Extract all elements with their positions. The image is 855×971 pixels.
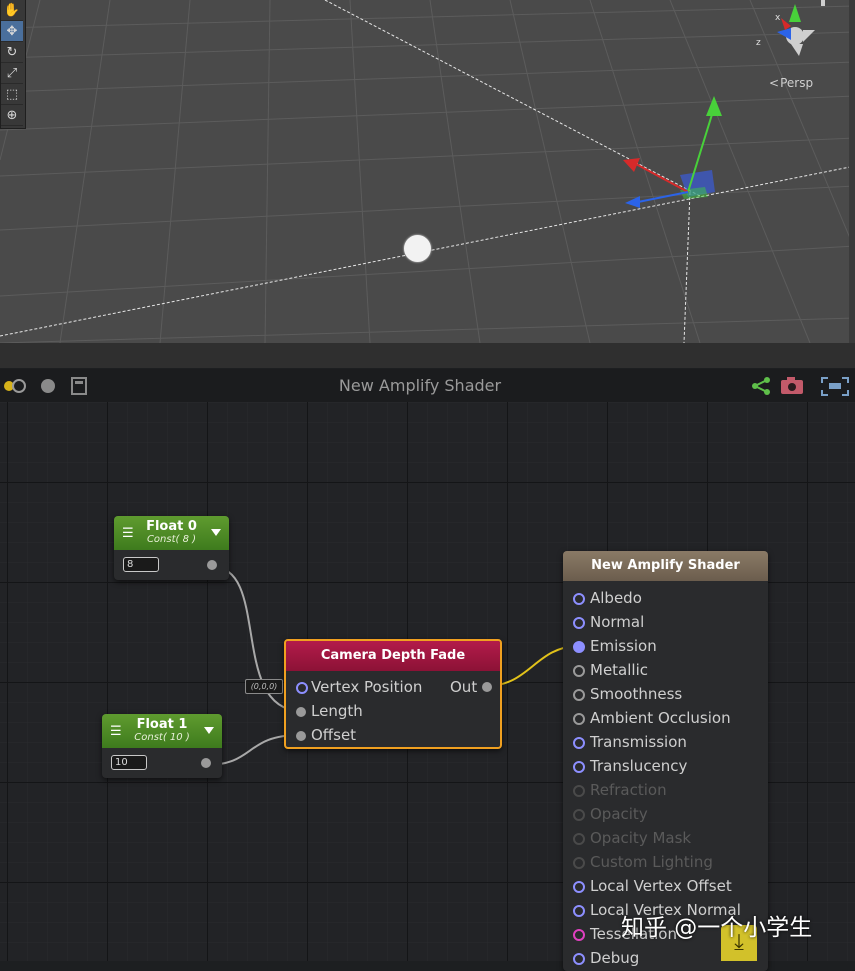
master-port-label: Custom Lighting (590, 853, 713, 871)
move-icon[interactable]: ✥ (1, 21, 23, 42)
offset-port[interactable] (296, 731, 306, 741)
float1-out-port[interactable] (201, 758, 211, 768)
master-port-row[interactable]: Smoothness (573, 683, 763, 707)
port-icon[interactable] (573, 617, 585, 629)
master-port-row[interactable]: Normal (573, 611, 763, 635)
length-label: Length (311, 702, 363, 720)
port-icon[interactable] (573, 881, 585, 893)
live-icon[interactable] (0, 376, 28, 400)
calculator-icon[interactable] (70, 376, 88, 400)
port-icon[interactable] (573, 713, 585, 725)
vertex-position-default-tag: (0,0,0) (245, 679, 283, 694)
port-icon[interactable] (573, 737, 585, 749)
master-port-label: Debug (590, 949, 640, 967)
port-icon[interactable] (573, 857, 585, 869)
record-icon[interactable] (38, 376, 58, 400)
maximize-icon[interactable] (820, 376, 850, 400)
watermark: 知乎 @一个小学生 (621, 915, 813, 941)
float1-value-field[interactable]: 10 (111, 755, 147, 770)
master-port-row[interactable]: Opacity (573, 803, 763, 827)
master-port-row[interactable]: Albedo (573, 587, 763, 611)
master-port-label: Emission (590, 637, 657, 655)
vertex-position-label: Vertex Position (311, 678, 423, 696)
master-title: New Amplify Shader (563, 551, 768, 581)
scene-tools: ✋ ✥ ↻ ⤢ ⬚ ⊕ (0, 0, 26, 129)
master-port-row[interactable]: Transmission (573, 731, 763, 755)
transform-gizmo[interactable] (623, 96, 722, 208)
master-port-row[interactable]: Opacity Mask (573, 827, 763, 851)
master-port-label: Opacity (590, 805, 648, 823)
port-icon[interactable] (573, 809, 585, 821)
port-icon[interactable] (573, 905, 585, 917)
scene-grid (0, 0, 855, 343)
master-port-label: Transmission (590, 733, 687, 751)
master-port-row[interactable]: Refraction (573, 779, 763, 803)
port-icon[interactable] (573, 785, 585, 797)
offset-label: Offset (311, 726, 357, 744)
master-port-label: Normal (590, 613, 645, 631)
hand-icon[interactable]: ✋ (1, 0, 23, 21)
master-port-label: Metallic (590, 661, 648, 679)
port-icon[interactable] (573, 641, 585, 653)
port-icon[interactable] (573, 689, 585, 701)
master-port-label: Opacity Mask (590, 829, 692, 847)
vertex-position-port[interactable] (296, 682, 308, 694)
share-icon[interactable] (750, 376, 772, 400)
port-icon[interactable] (573, 761, 585, 773)
float0-out-port[interactable] (207, 560, 217, 570)
port-icon[interactable] (573, 929, 585, 941)
port-icon[interactable] (573, 665, 585, 677)
port-icon[interactable] (573, 593, 585, 605)
chevron-down-icon[interactable] (211, 529, 221, 536)
light-gizmo[interactable] (404, 235, 431, 262)
master-port-row[interactable]: Ambient Occlusion (573, 707, 763, 731)
chevron-left-icon: < (769, 76, 780, 90)
rotate-icon[interactable]: ↻ (1, 42, 23, 63)
camera-depth-fade-node[interactable]: Camera Depth Fade Vertex Position Length… (284, 639, 502, 749)
out-label: Out (450, 678, 478, 696)
master-port-label: Local Vertex Offset (590, 877, 732, 895)
master-port-label: Translucency (590, 757, 688, 775)
master-port-row[interactable]: Local Vertex Offset (573, 875, 763, 899)
scene-border (849, 0, 855, 343)
rect-icon[interactable]: ⬚ (1, 84, 23, 105)
cdf-title: Camera Depth Fade (286, 641, 500, 671)
float0-node[interactable]: ☰ Float 0 Const( 8 ) 8 (114, 516, 229, 580)
transform-icon[interactable]: ⊕ (1, 105, 23, 126)
master-port-row[interactable]: Emission (573, 635, 763, 659)
port-icon[interactable] (573, 833, 585, 845)
length-port[interactable] (296, 707, 306, 717)
master-port-row[interactable]: Custom Lighting (573, 851, 763, 875)
gizmo-x-label: x (775, 13, 781, 23)
scale-icon[interactable]: ⤢ (1, 63, 23, 84)
master-port-label: Albedo (590, 589, 642, 607)
scene-view[interactable]: ✋ ✥ ↻ ⤢ ⬚ ⊕ x z <Persp (0, 0, 855, 343)
out-port[interactable] (482, 682, 492, 692)
float1-node[interactable]: ☰ Float 1 Const( 10 ) 10 (102, 714, 222, 778)
camera-icon[interactable] (779, 376, 805, 400)
port-icon[interactable] (573, 953, 585, 965)
float0-value-field[interactable]: 8 (123, 557, 159, 572)
gizmo-z-label: z (756, 38, 761, 48)
projection-label: Persp (780, 76, 814, 90)
master-port-row[interactable]: Metallic (573, 659, 763, 683)
chevron-down-icon[interactable] (204, 727, 214, 734)
master-port-row[interactable]: Translucency (573, 755, 763, 779)
master-port-label: Smoothness (590, 685, 683, 703)
master-port-label: Refraction (590, 781, 667, 799)
graph-title: New Amplify Shader (338, 376, 502, 395)
scene-bottom-bar (0, 343, 855, 368)
projection-toggle[interactable]: <Persp (769, 76, 813, 90)
master-port-label: Ambient Occlusion (590, 709, 731, 727)
orientation-gizmo[interactable]: x z (755, 0, 825, 70)
